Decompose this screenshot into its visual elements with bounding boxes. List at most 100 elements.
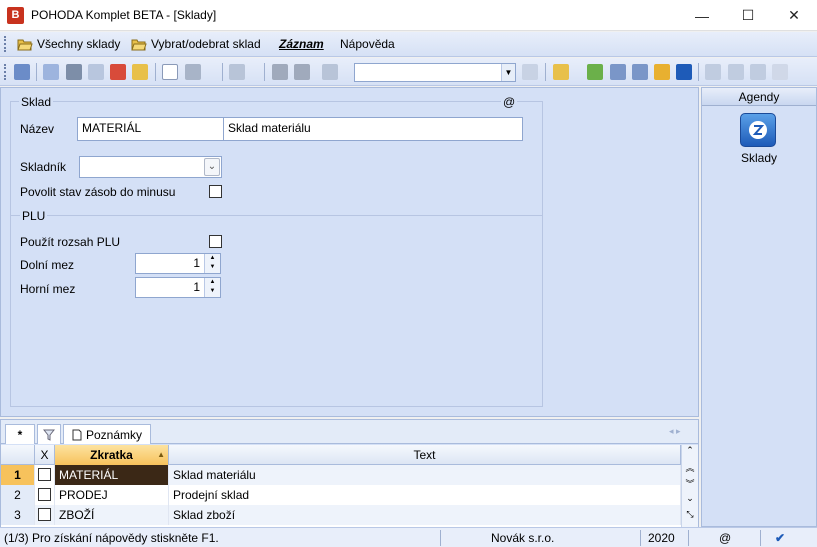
- list-panel: * Poznámky ◂ ▸ X Zkratka ▲ Text 1 MATERI…: [0, 419, 699, 527]
- nazev-code-input[interactable]: MATERIÁL: [77, 117, 224, 141]
- status-at[interactable]: @: [719, 531, 731, 545]
- menubar-grip: [4, 36, 7, 52]
- table-row[interactable]: 1 MATERIÁL Sklad materiálu: [1, 465, 681, 485]
- record-form: Sklad @ Název MATERIÁL Sklad materiálu S…: [0, 87, 699, 417]
- toolbar: ▼: [0, 58, 817, 86]
- iban-icon[interactable]: [676, 64, 692, 80]
- preview-icon[interactable]: [88, 64, 104, 80]
- menu-zaznam[interactable]: Záznam: [279, 37, 324, 51]
- save-icon[interactable]: [272, 64, 288, 80]
- sklady-agenda-icon[interactable]: [740, 113, 776, 147]
- coins-icon[interactable]: [654, 64, 670, 80]
- status-bar: (1/3) Pro získání nápovědy stiskněte F1.…: [0, 527, 817, 547]
- horni-mez-stepper[interactable]: 1 ▲ ▼: [135, 277, 221, 298]
- text-cell: Sklad zboží: [169, 505, 681, 525]
- zkratka-cell: ZBOŽÍ: [55, 505, 169, 525]
- edit-icon[interactable]: [185, 64, 201, 80]
- menu-label: Všechny sklady: [37, 37, 121, 51]
- header-rownum: [1, 445, 35, 465]
- row-checkbox[interactable]: [38, 488, 51, 501]
- status-company[interactable]: Novák s.r.o.: [491, 531, 554, 545]
- toolbar-grip: [4, 64, 7, 80]
- form-group-sklad: [10, 101, 543, 407]
- skladnik-label: Skladník: [20, 160, 67, 174]
- minimize-button[interactable]: —: [679, 0, 725, 31]
- filter-icon[interactable]: [522, 64, 538, 80]
- list-icon[interactable]: [728, 64, 744, 80]
- row-select-cell: [35, 465, 55, 485]
- chevron-down-icon[interactable]: ▼: [501, 64, 515, 81]
- agenda-switch-icon[interactable]: [14, 64, 30, 80]
- table-icon[interactable]: [632, 64, 648, 80]
- cancel-icon[interactable]: [294, 64, 310, 80]
- nazev-label: Název: [20, 122, 55, 136]
- sklady-glyph-icon: [749, 121, 767, 139]
- tab-all-label: *: [17, 427, 23, 442]
- stepper-arrows-icon[interactable]: ▲ ▼: [204, 278, 220, 297]
- row-select-cell: [35, 485, 55, 505]
- status-year[interactable]: 2020: [648, 531, 675, 545]
- resize-icon[interactable]: ⤡: [682, 509, 698, 525]
- nazev-text-input[interactable]: Sklad materiálu: [223, 117, 523, 141]
- tab-scroll-arrows-icon[interactable]: ◂ ▸: [669, 426, 681, 437]
- tab-all[interactable]: *: [5, 424, 35, 444]
- menu-vybrat-odebrat-sklad[interactable]: Vybrat/odebrat sklad: [131, 37, 261, 51]
- sklady-agenda-label[interactable]: Sklady: [702, 151, 816, 165]
- pouzit-plu-checkbox[interactable]: [209, 235, 222, 248]
- chevron-up-icon[interactable]: ⌃: [682, 445, 698, 461]
- vertical-scrollbar[interactable]: ⌃ ︽ ︾ ⌄ ⤡: [681, 445, 698, 527]
- tab-filter[interactable]: [37, 424, 61, 444]
- row-select-cell: [35, 505, 55, 525]
- separator: [222, 63, 223, 81]
- folder-icon[interactable]: [553, 64, 569, 80]
- zkratka-cell: MATERIÁL: [55, 465, 169, 485]
- export-icon[interactable]: [132, 64, 148, 80]
- row-checkbox[interactable]: [38, 468, 51, 481]
- header-x[interactable]: X: [35, 445, 55, 465]
- tools-icon[interactable]: [772, 64, 788, 80]
- skladnik-select[interactable]: ⌄: [79, 156, 222, 178]
- row-number: 1: [1, 465, 35, 485]
- header-zkratka[interactable]: Zkratka ▲: [55, 445, 169, 465]
- header-text[interactable]: Text: [169, 445, 681, 465]
- print-icon[interactable]: [66, 64, 82, 80]
- folder-open-icon: [131, 39, 147, 51]
- group-title-plu: PLU: [20, 209, 48, 223]
- close-button[interactable]: ✕: [771, 0, 817, 31]
- delete-icon[interactable]: [322, 64, 338, 80]
- separator: [155, 63, 156, 81]
- agendy-title: Agendy: [702, 88, 816, 106]
- chevron-down-icon[interactable]: ⌄: [682, 493, 698, 509]
- copy-icon[interactable]: [43, 64, 59, 80]
- chevron-down-icon[interactable]: ⌄: [204, 158, 220, 176]
- row-checkbox[interactable]: [38, 508, 51, 521]
- row-number: 3: [1, 505, 35, 525]
- maximize-button[interactable]: ☐: [725, 0, 771, 31]
- page-down-icon[interactable]: ︾: [682, 477, 698, 493]
- message-icon[interactable]: [705, 64, 721, 80]
- menu-napoveda[interactable]: Nápověda: [340, 37, 395, 51]
- table-row[interactable]: 2 PRODEJ Prodejní sklad: [1, 485, 681, 505]
- pdf-icon[interactable]: [110, 64, 126, 80]
- search-combo[interactable]: ▼: [354, 63, 516, 82]
- menu-label: Nápověda: [340, 37, 395, 51]
- separator: [698, 63, 699, 81]
- page-up-icon[interactable]: ︽: [682, 461, 698, 477]
- menu-label: Vybrat/odebrat sklad: [151, 37, 261, 51]
- checkmark-icon[interactable]: ✔: [775, 531, 785, 545]
- back-arrow-icon[interactable]: [229, 64, 245, 80]
- menu-vsechny-sklady[interactable]: Všechny sklady: [17, 37, 120, 51]
- money-icon[interactable]: [587, 64, 603, 80]
- stepper-arrows-icon[interactable]: ▲ ▼: [204, 254, 220, 273]
- povolit-checkbox[interactable]: [209, 185, 222, 198]
- tab-poznamky[interactable]: Poznámky: [63, 424, 151, 444]
- dolni-mez-stepper[interactable]: 1 ▲ ▼: [135, 253, 221, 274]
- zkratka-cell: PRODEJ: [55, 485, 169, 505]
- calculator-icon[interactable]: [610, 64, 626, 80]
- dolni-mez-value: 1: [193, 256, 200, 270]
- agendy-panel: Agendy Sklady: [701, 87, 817, 527]
- table-row[interactable]: 3 ZBOŽÍ Sklad zboží: [1, 505, 681, 525]
- text-cell: Prodejní sklad: [169, 485, 681, 505]
- new-record-icon[interactable]: [162, 64, 178, 80]
- note-icon[interactable]: [750, 64, 766, 80]
